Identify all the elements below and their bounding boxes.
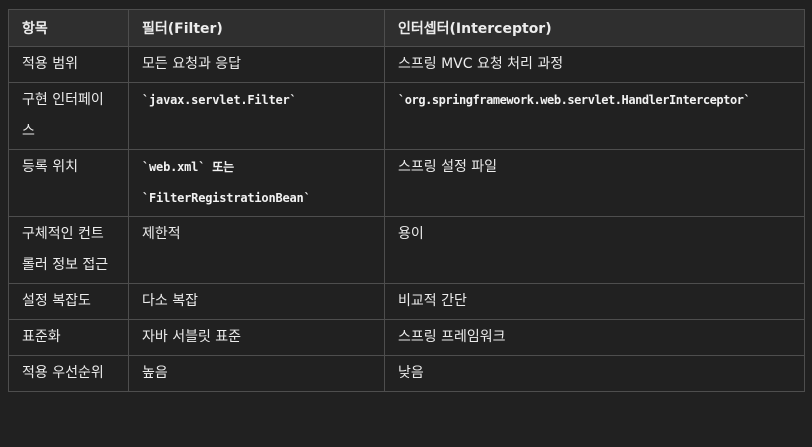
row-interceptor-cell: 스프링 프레임워크 [384,319,805,356]
row-filter-cell: 높음 [128,355,385,392]
row-item-cell: 구현 인터페이스 [8,82,129,150]
header-item: 항목 [8,9,129,47]
row-interceptor-cell: 스프링 MVC 요청 처리 과정 [384,46,805,83]
row-filter-cell: `javax.servlet.Filter` [128,82,385,150]
row-interceptor-cell: 스프링 설정 파일 [384,149,805,217]
header-filter: 필터(Filter) [128,9,385,47]
row-item-cell: 표준화 [8,319,129,356]
row-filter-cell: 모든 요청과 응답 [128,46,385,83]
row-interceptor-cell: 낮음 [384,355,805,392]
inline-code: `org.springframework.web.servlet.Handler… [398,93,751,107]
row-item-cell: 적용 우선순위 [8,355,129,392]
inline-code: `FilterRegistrationBean` [142,191,311,205]
row-item-cell: 등록 위치 [8,149,129,217]
row-filter-cell: `web.xml` 또는 `FilterRegistrationBean` [128,149,385,217]
comparison-table: 항목 필터(Filter) 인터셉터(Interceptor) 적용 범위 모든… [8,9,805,392]
table-row: 설정 복잡도 다소 복잡 비교적 간단 [8,283,805,320]
table-row: 적용 범위 모든 요청과 응답 스프링 MVC 요청 처리 과정 [8,46,805,83]
inline-code: `javax.servlet.Filter` [142,93,297,107]
row-item-cell: 구체적인 컨트롤러 정보 접근 [8,216,129,284]
row-filter-cell: 제한적 [128,216,385,284]
comparison-table-container: 항목 필터(Filter) 인터셉터(Interceptor) 적용 범위 모든… [8,9,805,392]
row-interceptor-cell: `org.springframework.web.servlet.Handler… [384,82,805,150]
table-row: 표준화 자바 서블릿 표준 스프링 프레임워크 [8,319,805,356]
filter-registration-line-2: `FilterRegistrationBean` [142,183,371,214]
row-filter-cell: 자바 서블릿 표준 [128,319,385,356]
row-item-cell: 설정 복잡도 [8,283,129,320]
row-item-cell: 적용 범위 [8,46,129,83]
table-row: 구현 인터페이스 `javax.servlet.Filter` `org.spr… [8,82,805,150]
row-interceptor-cell: 용이 [384,216,805,284]
table-header-row: 항목 필터(Filter) 인터셉터(Interceptor) [8,9,805,47]
header-interceptor: 인터셉터(Interceptor) [384,9,805,47]
row-interceptor-cell: 비교적 간단 [384,283,805,320]
table-row: 적용 우선순위 높음 낮음 [8,355,805,392]
filter-registration-line-1: `web.xml` 또는 [142,152,371,183]
table-row: 등록 위치 `web.xml` 또는 `FilterRegistrationBe… [8,149,805,217]
row-filter-cell: 다소 복잡 [128,283,385,320]
table-row: 구체적인 컨트롤러 정보 접근 제한적 용이 [8,216,805,284]
inline-code: `web.xml` 또는 [142,160,234,174]
